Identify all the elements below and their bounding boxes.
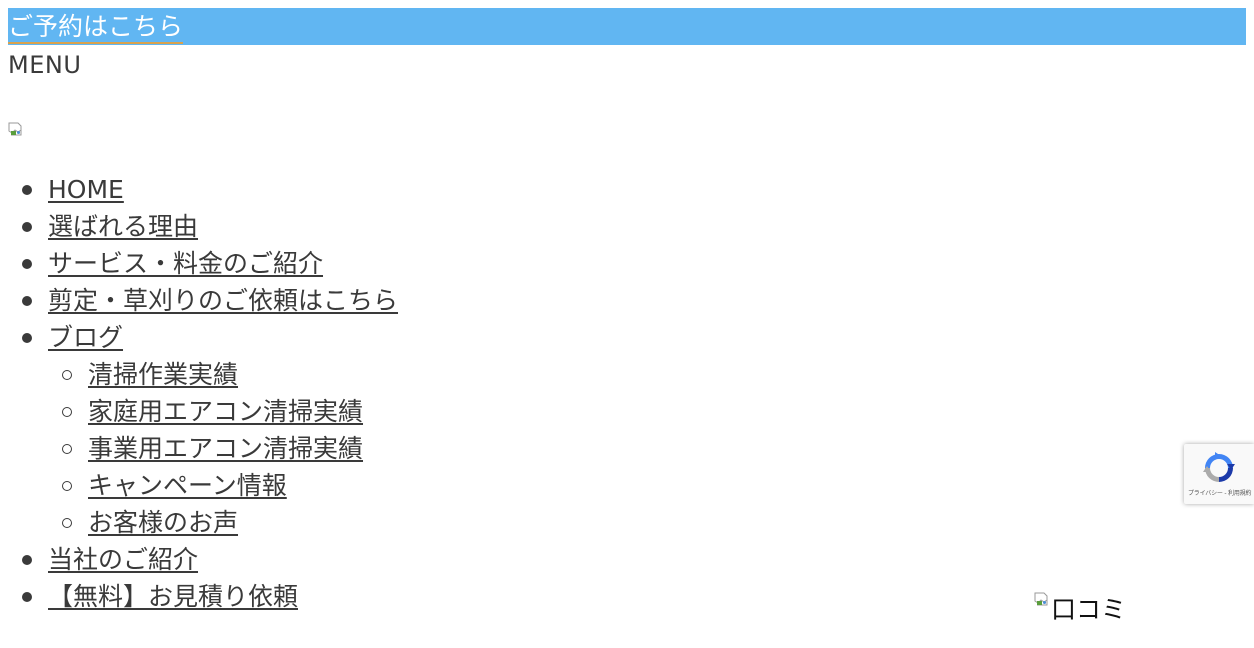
nav-link[interactable]: お客様のお声	[88, 505, 238, 541]
hollow-bullet-icon	[62, 370, 72, 380]
nav-link[interactable]: 清掃作業実績	[88, 357, 238, 393]
reserve-bar: ご予約はこちら	[8, 8, 1246, 45]
nav-link[interactable]: 選ばれる理由	[48, 209, 198, 245]
recaptcha-badge[interactable]: プライバシー - 利用規約	[1184, 444, 1254, 504]
nav-link[interactable]: 剪定・草刈りのご依頼はこちら	[48, 283, 398, 319]
bullet-icon	[22, 222, 32, 232]
bullet-icon	[22, 555, 32, 565]
bullet-icon	[22, 185, 32, 195]
nav-link[interactable]: 当社のご紹介	[48, 542, 198, 578]
nav-link[interactable]: 【無料】お見積り依頼	[48, 579, 298, 615]
nav-link[interactable]: サービス・料金のご紹介	[48, 246, 323, 282]
menu-toggle[interactable]: MENU	[8, 50, 81, 80]
hollow-bullet-icon	[62, 407, 72, 417]
hollow-bullet-icon	[62, 518, 72, 528]
broken-image-icon	[1034, 592, 1048, 606]
hollow-bullet-icon	[62, 481, 72, 491]
recaptcha-icon	[1203, 452, 1235, 482]
bullet-icon	[22, 592, 32, 602]
bullet-icon	[22, 296, 32, 306]
nav-link[interactable]: キャンペーン情報	[88, 468, 287, 504]
broken-image-icon	[8, 122, 22, 136]
nav-link[interactable]: ブログ	[48, 320, 123, 356]
reserve-link[interactable]: ご予約はこちら	[8, 12, 184, 44]
nav-link[interactable]: 家庭用エアコン清掃実績	[88, 394, 363, 430]
recaptcha-footer-link[interactable]: プライバシー - 利用規約	[1188, 490, 1251, 497]
nav-link[interactable]: 事業用エアコン清掃実績	[88, 431, 363, 467]
bullet-icon	[22, 259, 32, 269]
nav-link[interactable]: HOME	[48, 172, 124, 208]
bullet-icon	[22, 333, 32, 343]
hollow-bullet-icon	[62, 444, 72, 454]
review-alt-text: 口コミ	[1051, 595, 1127, 624]
